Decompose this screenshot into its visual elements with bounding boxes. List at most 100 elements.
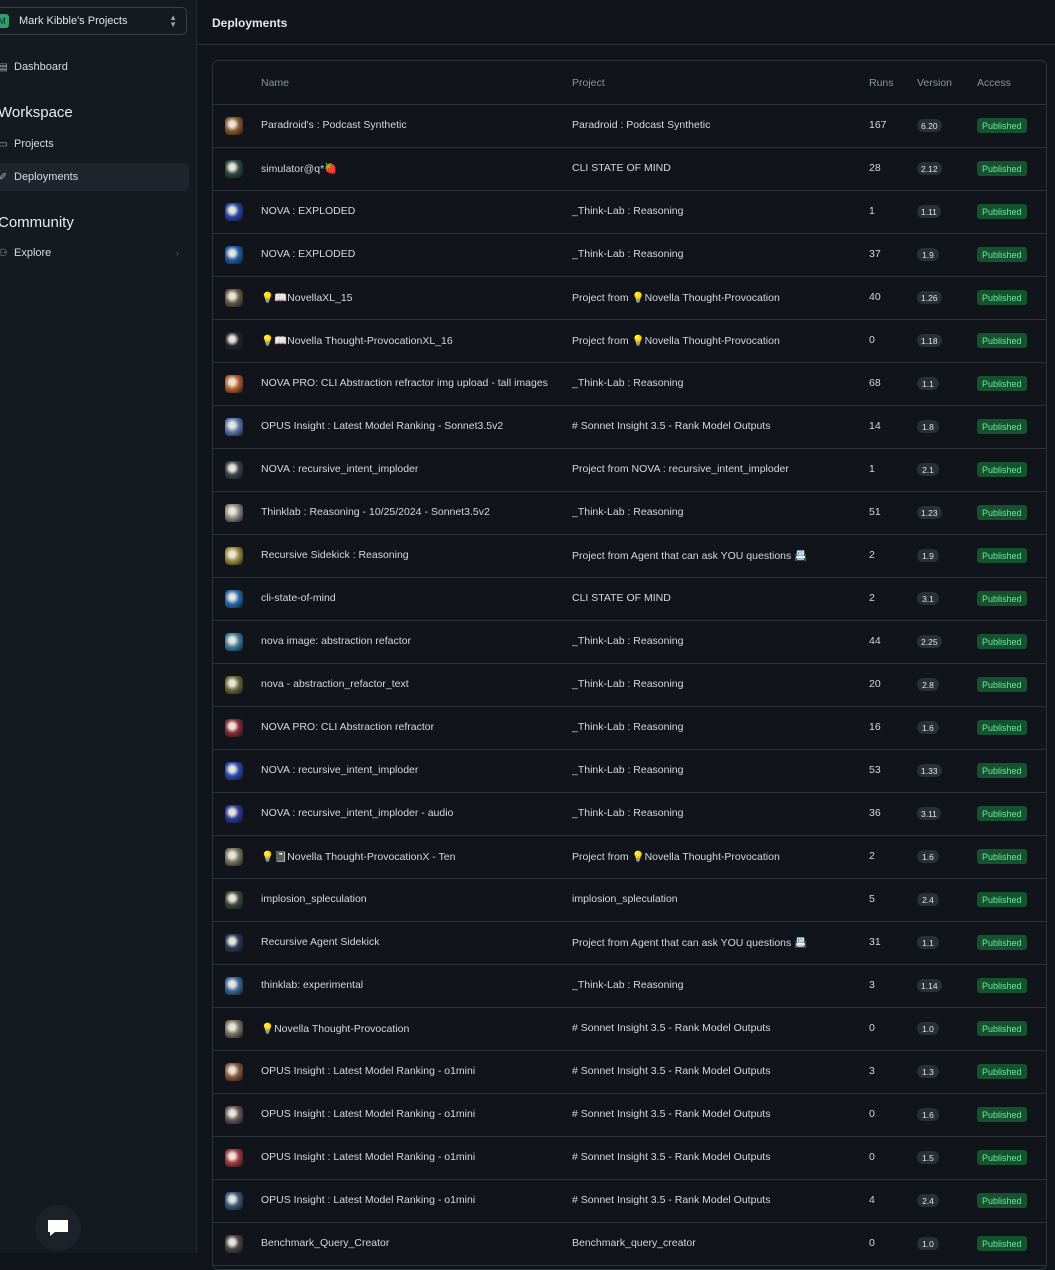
deployment-name[interactable]: Benchmark_Query_Creator: [261, 1237, 389, 1249]
deployment-name[interactable]: NOVA PRO: CLI Abstraction refractor img …: [261, 377, 548, 389]
table-row[interactable]: Recursive Sidekick : Reasoning Project fr…: [213, 534, 1046, 578]
sidebar-item-explore[interactable]: ⚇ Explore ›: [0, 239, 189, 267]
deployment-project[interactable]: # Sonnet Insight 3.5 - Rank Model Output…: [572, 1065, 770, 1077]
table-row[interactable]: Thinklab : Reasoning - 10/25/2024 - Sonn…: [213, 491, 1046, 535]
table-row[interactable]: NOVA : EXPLODED _Think-Lab : Reasoning 1 1.…: [213, 190, 1046, 234]
version-badge: 1.26: [917, 291, 942, 304]
table-row[interactable]: nova - abstraction_refactor_text _Think-L…: [213, 663, 1046, 707]
table-row[interactable]: 💡📓Novella Thought-ProvocationX - Ten Proj…: [213, 835, 1046, 879]
column-header-name[interactable]: Name: [261, 77, 289, 89]
deployment-thumbnail: [225, 676, 243, 694]
deployment-name[interactable]: cli-state-of-mind: [261, 592, 336, 604]
deployment-project[interactable]: _Think-Lab : Reasoning: [572, 721, 684, 733]
deployment-name[interactable]: NOVA : recursive_intent_imploder - audio: [261, 807, 453, 819]
deployment-project[interactable]: _Think-Lab : Reasoning: [572, 678, 684, 690]
deployment-project[interactable]: _Think-Lab : Reasoning: [572, 248, 684, 260]
deployment-name[interactable]: NOVA : EXPLODED: [261, 248, 355, 260]
deployment-name[interactable]: nova image: abstraction refactor: [261, 635, 411, 647]
deployment-project[interactable]: _Think-Lab : Reasoning: [572, 205, 684, 217]
table-row[interactable]: OPUS Insight : Latest Model Ranking - o1…: [213, 1093, 1046, 1137]
deployment-project[interactable]: # Sonnet Insight 3.5 - Rank Model Output…: [572, 420, 770, 432]
table-row[interactable]: NOVA : recursive_intent_imploder - audio…: [213, 792, 1046, 836]
table-row[interactable]: OPUS Insight : Latest Model Ranking - o1…: [213, 1050, 1046, 1094]
table-row[interactable]: implosion_spleculation implosion_splecula…: [213, 878, 1046, 922]
deployment-project[interactable]: # Sonnet Insight 3.5 - Rank Model Output…: [572, 1108, 770, 1120]
deployment-project[interactable]: _Think-Lab : Reasoning: [572, 764, 684, 776]
deployment-project[interactable]: _Think-Lab : Reasoning: [572, 807, 684, 819]
deployment-project[interactable]: Project from 💡Novella Thought-Provocatio…: [572, 334, 780, 347]
table-row[interactable]: thinklab: experimental _Think-Lab : Reaso…: [213, 964, 1046, 1008]
deployment-project[interactable]: Project from Agent that can ask YOU ques…: [572, 549, 807, 562]
deployment-name[interactable]: OPUS Insight : Latest Model Ranking - o1…: [261, 1108, 475, 1120]
deployment-project[interactable]: # Sonnet Insight 3.5 - Rank Model Output…: [572, 1022, 770, 1034]
deployment-project[interactable]: Project from 💡Novella Thought-Provocatio…: [572, 291, 780, 304]
deployment-project[interactable]: _Think-Lab : Reasoning: [572, 979, 684, 991]
column-header-project[interactable]: Project: [572, 77, 605, 89]
table-row[interactable]: OPUS Insight : Latest Model Ranking - o1…: [213, 1179, 1046, 1223]
deployment-name[interactable]: OPUS Insight : Latest Model Ranking - o1…: [261, 1065, 475, 1077]
deployment-project[interactable]: # Sonnet Insight 3.5 - Rank Model Output…: [572, 1151, 770, 1163]
table-header: Name Project Runs Version Access: [213, 61, 1046, 105]
version-badge: 2.4: [917, 1194, 939, 1207]
deployment-project[interactable]: Project from Agent that can ask YOU ques…: [572, 936, 807, 949]
deployment-name[interactable]: NOVA : recursive_intent_imploder: [261, 463, 418, 475]
column-header-runs[interactable]: Runs: [869, 77, 894, 89]
chat-button[interactable]: [35, 1205, 81, 1251]
deployment-name[interactable]: 💡📖NovellaXL_15: [261, 291, 353, 304]
deployment-project[interactable]: CLI STATE OF MIND: [572, 162, 671, 174]
table-row[interactable]: OPUS Insight : Latest Model Ranking - So…: [213, 405, 1046, 449]
table-row[interactable]: cli-state-of-mind CLI STATE OF MIND 2 3.1 Pu…: [213, 577, 1046, 621]
deployment-name[interactable]: thinklab: experimental: [261, 979, 363, 991]
column-header-version[interactable]: Version: [917, 77, 952, 89]
deployment-name[interactable]: NOVA : EXPLODED: [261, 205, 355, 217]
deployment-project[interactable]: Paradroid : Podcast Synthetic: [572, 119, 710, 131]
explore-icon: ⚇: [0, 247, 8, 259]
deployment-name[interactable]: OPUS Insight : Latest Model Ranking - o1…: [261, 1194, 475, 1206]
sidebar-item-dashboard[interactable]: ▤ Dashboard: [0, 53, 189, 81]
deployment-project[interactable]: _Think-Lab : Reasoning: [572, 377, 684, 389]
table-row[interactable]: nova image: abstraction refactor _Think-L…: [213, 620, 1046, 664]
deployment-project[interactable]: CLI STATE OF MIND: [572, 592, 671, 604]
table-row[interactable]: NOVA : EXPLODED _Think-Lab : Reasoning 37 1…: [213, 233, 1046, 277]
deployment-name[interactable]: OPUS Insight : Latest Model Ranking - o1…: [261, 1151, 475, 1163]
table-row[interactable]: Recursive Agent Sidekick Project from Age…: [213, 921, 1046, 965]
project-selector[interactable]: M Mark Kibble's Projects ▲ ▼: [0, 7, 187, 35]
deployment-name[interactable]: Paradroid's : Podcast Synthetic: [261, 119, 407, 131]
deployment-name[interactable]: NOVA : recursive_intent_imploder: [261, 764, 418, 776]
deployment-name[interactable]: NOVA PRO: CLI Abstraction refractor: [261, 721, 434, 733]
sidebar-item-deployments[interactable]: ✐ Deployments: [0, 163, 189, 191]
sidebar-item-projects[interactable]: ▭ Projects: [0, 130, 189, 158]
table-row[interactable]: Benchmark_Query_Creator Benchmark_query_c…: [213, 1222, 1046, 1266]
table-row[interactable]: NOVA : recursive_intent_imploder Project …: [213, 448, 1046, 492]
deployment-name[interactable]: Recursive Sidekick : Reasoning: [261, 549, 409, 561]
deployment-project[interactable]: _Think-Lab : Reasoning: [572, 635, 684, 647]
table-row[interactable]: OPUS Insight : Latest Model Ranking - o1…: [213, 1136, 1046, 1180]
table-row[interactable]: NOVA : recursive_intent_imploder _Think-L…: [213, 749, 1046, 793]
deployment-name[interactable]: 💡Novella Thought-Provocation: [261, 1022, 409, 1035]
column-header-access[interactable]: Access: [977, 77, 1011, 89]
deployment-name[interactable]: 💡📓Novella Thought-ProvocationX - Ten: [261, 850, 455, 863]
deployment-project[interactable]: implosion_spleculation: [572, 893, 678, 905]
deployment-project[interactable]: Project from NOVA : recursive_intent_imp…: [572, 463, 789, 475]
deployment-name[interactable]: 💡📖Novella Thought-ProvocationXL_16: [261, 334, 453, 347]
deployment-project[interactable]: Project from 💡Novella Thought-Provocatio…: [572, 850, 780, 863]
deployment-project[interactable]: Benchmark_query_creator: [572, 1237, 696, 1249]
deployment-thumbnail: [225, 633, 243, 651]
deployment-name[interactable]: Thinklab : Reasoning - 10/25/2024 - Sonn…: [261, 506, 490, 518]
deployment-name[interactable]: nova - abstraction_refactor_text: [261, 678, 409, 690]
deployment-name[interactable]: simulator@q*🍓: [261, 162, 337, 175]
version-badge: 1.5: [917, 1151, 939, 1164]
deployment-project[interactable]: _Think-Lab : Reasoning: [572, 506, 684, 518]
deployment-project[interactable]: # Sonnet Insight 3.5 - Rank Model Output…: [572, 1194, 770, 1206]
table-row[interactable]: Paradroid's : Podcast Synthetic Paradroid…: [213, 104, 1046, 148]
table-row[interactable]: simulator@q*🍓 CLI STATE OF MIND 28 2.12 Publ…: [213, 147, 1046, 191]
table-row[interactable]: NOVA PRO: CLI Abstraction refractor img …: [213, 362, 1046, 406]
table-row[interactable]: 💡📖Novella Thought-ProvocationXL_16 Projec…: [213, 319, 1046, 363]
deployment-name[interactable]: implosion_spleculation: [261, 893, 367, 905]
deployment-name[interactable]: Recursive Agent Sidekick: [261, 936, 379, 948]
access-badge: Published: [977, 591, 1027, 606]
deployment-name[interactable]: OPUS Insight : Latest Model Ranking - So…: [261, 420, 503, 432]
table-row[interactable]: 💡📖NovellaXL_15 Project from 💡Novella Thou…: [213, 276, 1046, 320]
table-row[interactable]: 💡Novella Thought-Provocation # Sonnet Ins…: [213, 1007, 1046, 1051]
table-row[interactable]: NOVA PRO: CLI Abstraction refractor _Thin…: [213, 706, 1046, 750]
